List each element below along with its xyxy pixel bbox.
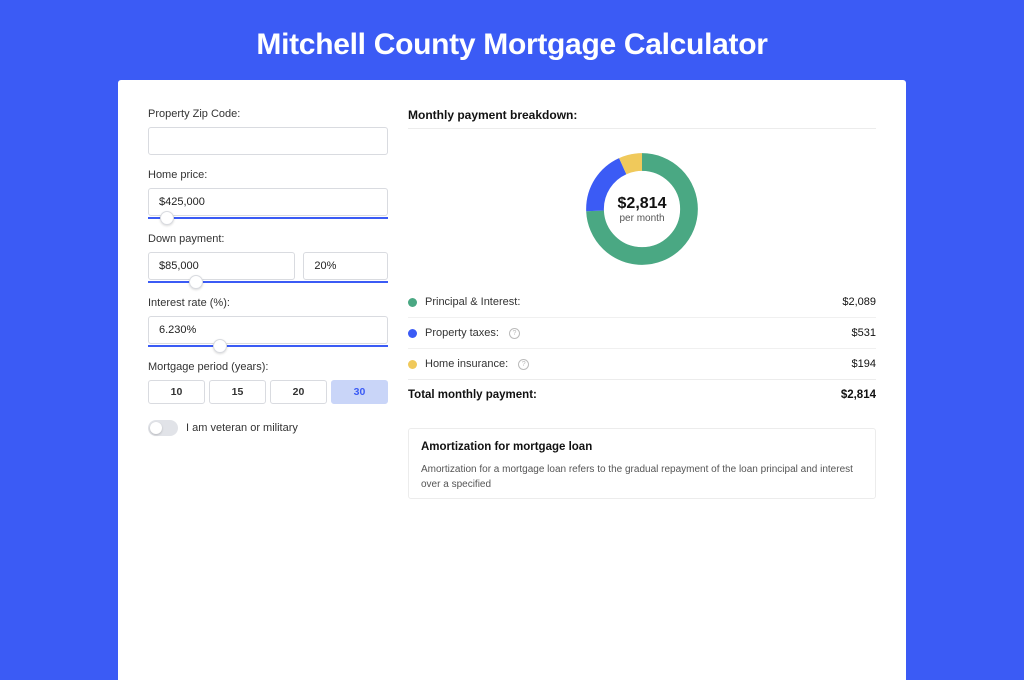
breakdown-heading: Monthly payment breakdown:	[408, 108, 876, 129]
zip-input[interactable]	[148, 127, 388, 155]
period-options: 10152030	[148, 380, 388, 404]
page-title: Mitchell County Mortgage Calculator	[0, 0, 1024, 80]
amortization-title: Amortization for mortgage loan	[421, 441, 863, 453]
home-price-field-group: Home price:	[148, 169, 388, 219]
input-panel: Property Zip Code: Home price: Down paym…	[148, 108, 388, 652]
down-payment-field-group: Down payment:	[148, 233, 388, 283]
interest-slider[interactable]	[148, 345, 388, 347]
down-payment-pct-input[interactable]	[303, 252, 388, 280]
legend-label: Property taxes:	[425, 327, 499, 339]
donut-chart-wrap: $2,814 per month	[408, 129, 876, 287]
total-row: Total monthly payment: $2,814	[408, 379, 876, 410]
results-panel: Monthly payment breakdown: $2,814 per mo…	[408, 108, 876, 652]
legend-row: Property taxes:? $531	[408, 318, 876, 349]
legend-row: Home insurance:? $194	[408, 349, 876, 379]
interest-input[interactable]	[148, 316, 388, 344]
legend-value: $2,089	[842, 296, 876, 308]
legend-dot	[408, 329, 417, 338]
legend-value: $531	[852, 327, 876, 339]
period-btn-30[interactable]: 30	[331, 380, 388, 404]
period-btn-20[interactable]: 20	[270, 380, 327, 404]
home-price-label: Home price:	[148, 169, 388, 181]
interest-slider-thumb[interactable]	[213, 339, 227, 353]
total-label: Total monthly payment:	[408, 389, 537, 401]
legend-left: Home insurance:?	[408, 358, 529, 370]
veteran-toggle-label: I am veteran or military	[186, 422, 298, 434]
calculator-card: Property Zip Code: Home price: Down paym…	[118, 80, 906, 680]
veteran-toggle[interactable]	[148, 420, 178, 436]
legend-dot	[408, 298, 417, 307]
down-payment-slider[interactable]	[148, 281, 388, 283]
period-btn-10[interactable]: 10	[148, 380, 205, 404]
donut-center: $2,814 per month	[580, 147, 704, 271]
legend-left: Property taxes:?	[408, 327, 520, 339]
donut-sub: per month	[619, 213, 664, 224]
legend-row: Principal & Interest: $2,089	[408, 287, 876, 318]
legend-label: Home insurance:	[425, 358, 508, 370]
donut-chart: $2,814 per month	[580, 147, 704, 271]
down-payment-label: Down payment:	[148, 233, 388, 245]
interest-label: Interest rate (%):	[148, 297, 388, 309]
home-price-slider-thumb[interactable]	[160, 211, 174, 225]
home-price-slider[interactable]	[148, 217, 388, 219]
legend-left: Principal & Interest:	[408, 296, 520, 308]
zip-label: Property Zip Code:	[148, 108, 388, 120]
amortization-text: Amortization for a mortgage loan refers …	[421, 463, 863, 492]
down-payment-slider-thumb[interactable]	[189, 275, 203, 289]
home-price-input[interactable]	[148, 188, 388, 216]
donut-amount: $2,814	[618, 195, 667, 213]
amortization-card: Amortization for mortgage loan Amortizat…	[408, 428, 876, 499]
legend-dot	[408, 360, 417, 369]
info-icon[interactable]: ?	[518, 359, 529, 370]
info-icon[interactable]: ?	[509, 328, 520, 339]
legend-value: $194	[852, 358, 876, 370]
down-payment-input[interactable]	[148, 252, 295, 280]
veteran-toggle-row: I am veteran or military	[148, 420, 388, 436]
legend-label: Principal & Interest:	[425, 296, 520, 308]
legend: Principal & Interest: $2,089 Property taxe…	[408, 287, 876, 379]
period-label: Mortgage period (years):	[148, 361, 388, 373]
zip-field-group: Property Zip Code:	[148, 108, 388, 155]
interest-field-group: Interest rate (%):	[148, 297, 388, 347]
period-field-group: Mortgage period (years): 10152030	[148, 361, 388, 404]
total-value: $2,814	[841, 389, 876, 401]
period-btn-15[interactable]: 15	[209, 380, 266, 404]
